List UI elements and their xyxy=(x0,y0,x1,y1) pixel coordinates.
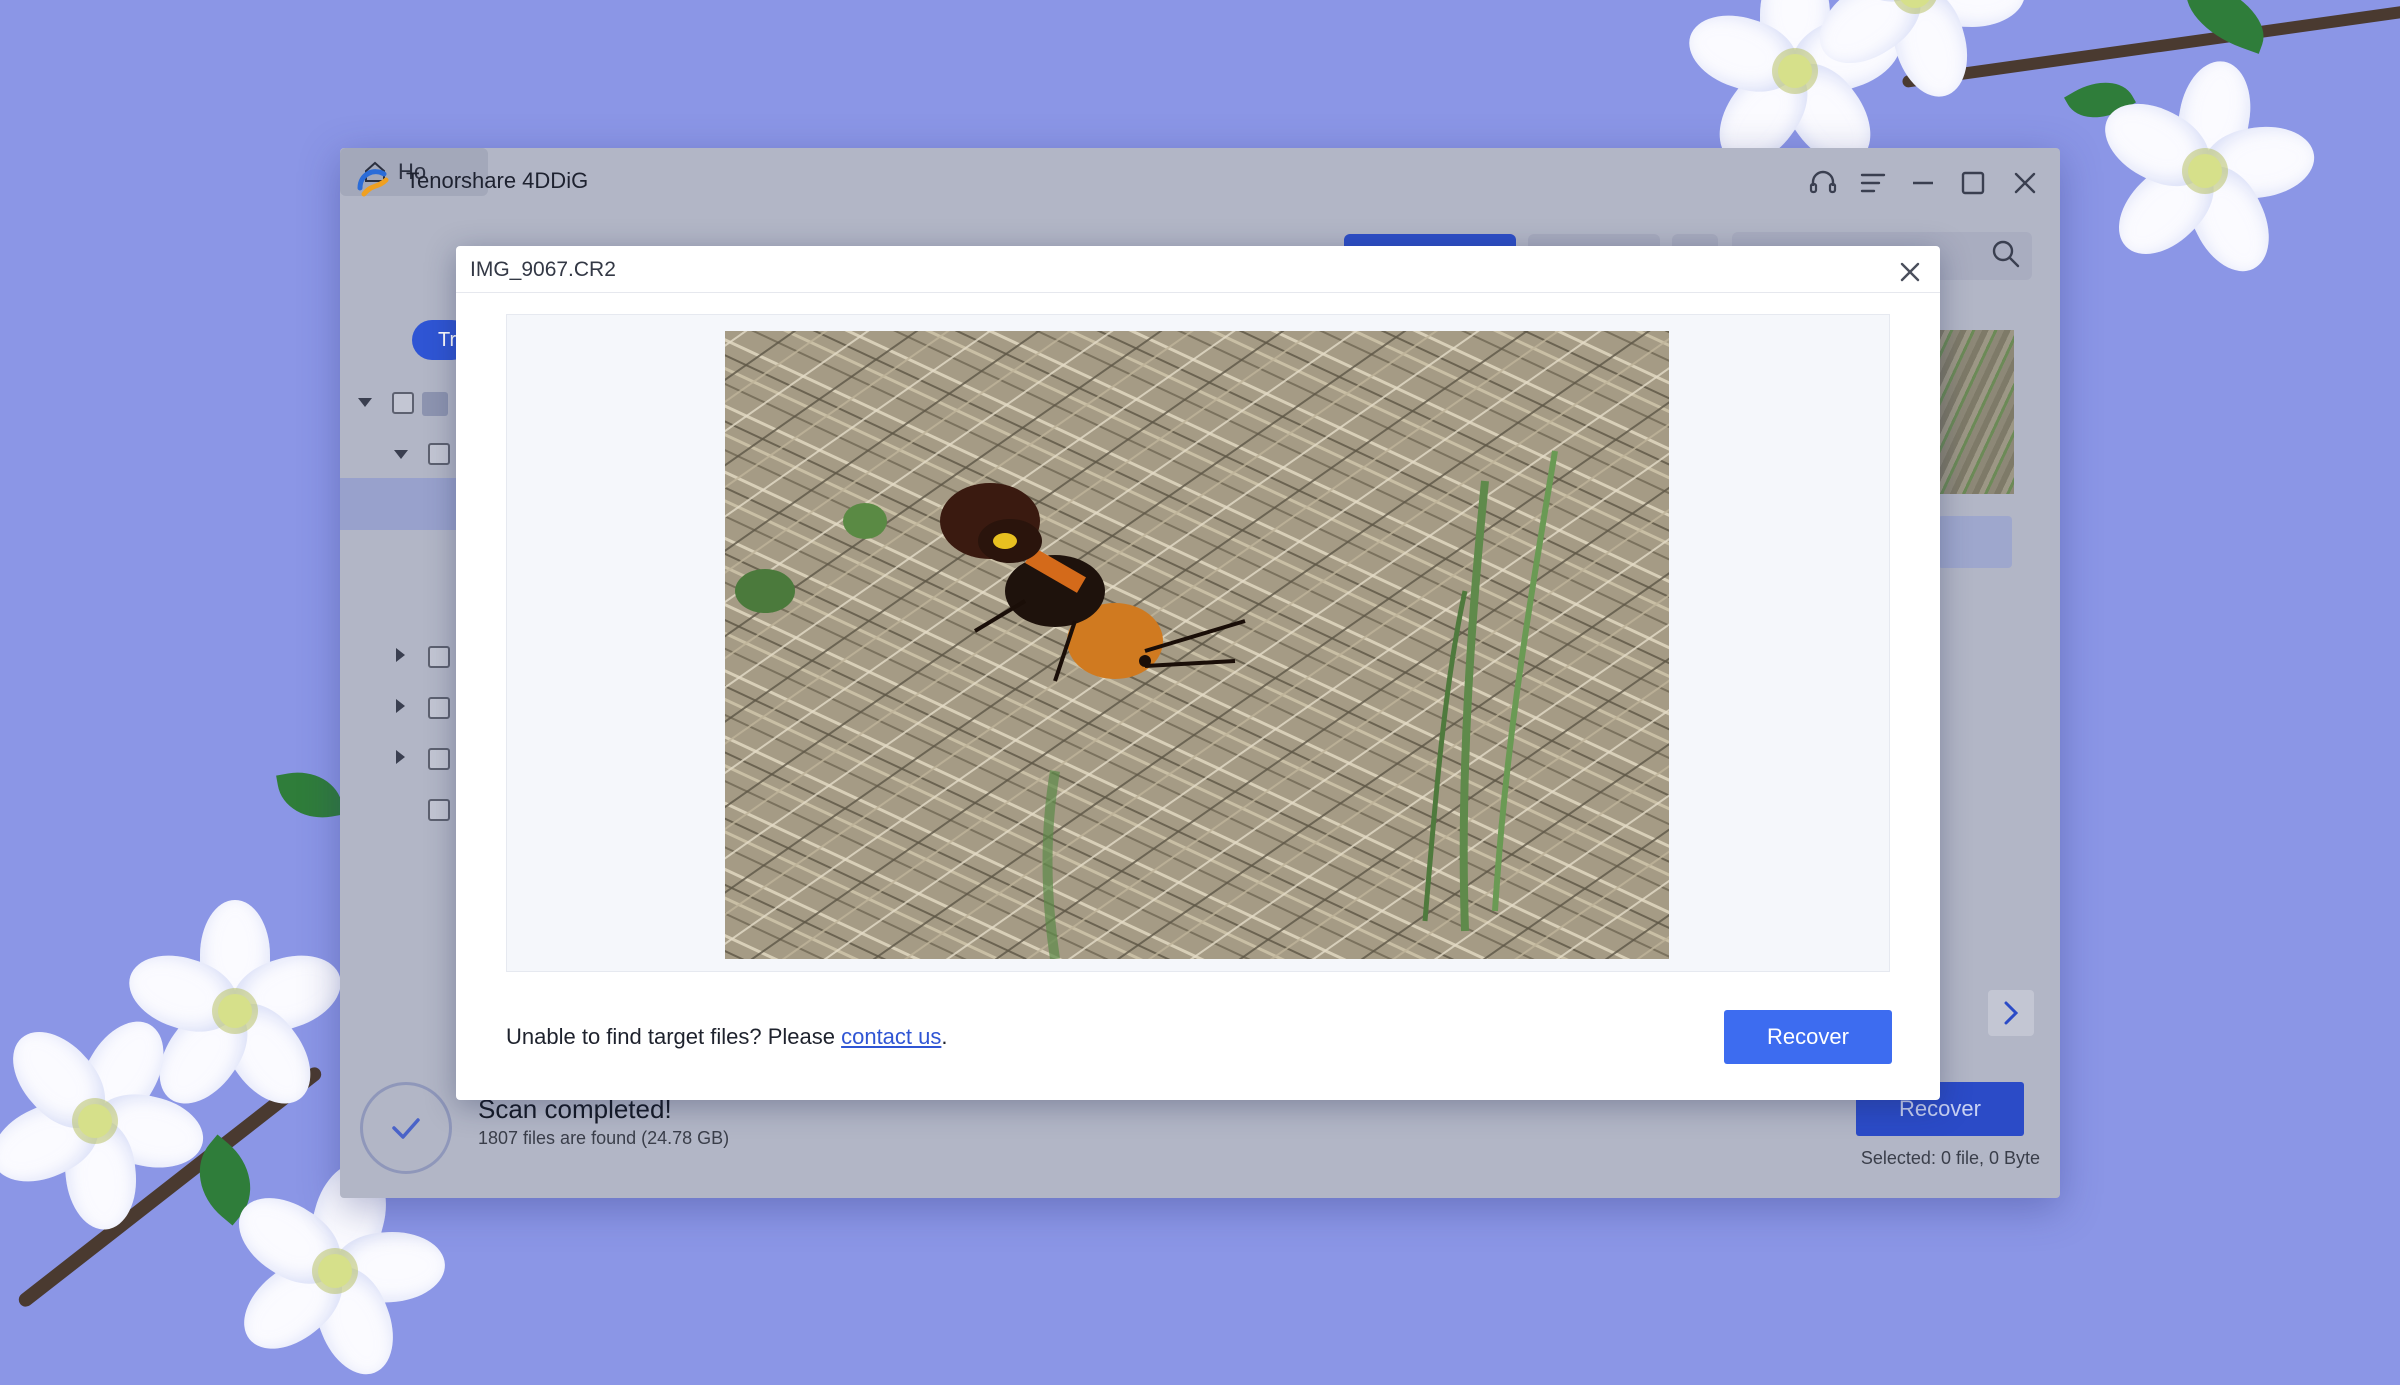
tree-checkbox[interactable] xyxy=(428,748,450,770)
app-logo-icon xyxy=(357,169,389,197)
scan-complete-icon xyxy=(360,1082,452,1174)
menu-icon[interactable] xyxy=(1854,164,1892,202)
close-window-icon[interactable] xyxy=(2006,164,2044,202)
maximize-icon[interactable] xyxy=(1954,164,1992,202)
help-text-prefix: Unable to find target files? Please xyxy=(506,1024,842,1049)
tree-view-label: Tr xyxy=(438,329,457,351)
expand-arrow-icon[interactable] xyxy=(394,450,408,460)
next-page-button[interactable] xyxy=(1988,990,2034,1036)
help-text: Unable to find target files? Please cont… xyxy=(506,1024,948,1050)
collapse-arrow-icon[interactable] xyxy=(396,750,406,764)
file-thumbnail[interactable] xyxy=(1938,330,2014,494)
drive-icon xyxy=(422,392,448,416)
app-title: Tenorshare 4DDiG xyxy=(406,168,589,193)
preview-area xyxy=(506,314,1890,972)
contact-us-link[interactable]: contact us xyxy=(841,1024,941,1049)
expand-arrow-icon[interactable] xyxy=(358,398,372,408)
preview-image xyxy=(725,331,1669,959)
close-icon[interactable] xyxy=(1894,256,1926,288)
tree-row-selected[interactable] xyxy=(340,478,460,530)
tree-checkbox[interactable] xyxy=(428,799,450,821)
tree-checkbox[interactable] xyxy=(428,443,450,465)
chevron-right-icon xyxy=(2004,1001,2019,1025)
tree-checkbox[interactable] xyxy=(428,646,450,668)
collapse-arrow-icon[interactable] xyxy=(396,648,406,662)
tree-checkbox[interactable] xyxy=(392,392,414,414)
tree-checkbox[interactable] xyxy=(428,697,450,719)
minimize-icon[interactable] xyxy=(1904,164,1942,202)
preview-recover-button[interactable]: Recover xyxy=(1724,1010,1892,1064)
thumbnail-action-button[interactable] xyxy=(1938,516,2012,568)
search-icon[interactable] xyxy=(1988,236,2024,272)
support-headset-icon[interactable] xyxy=(1804,164,1842,202)
scan-summary: 1807 files are found (24.78 GB) xyxy=(478,1128,730,1148)
help-text-suffix: . xyxy=(941,1024,948,1049)
title-bar: Tenorshare 4DDiG xyxy=(340,148,2060,218)
preview-dialog: IMG_9067.CR2 Unable to find target files… xyxy=(456,246,1940,1100)
dialog-divider xyxy=(456,292,1940,293)
preview-file-name: IMG_9067.CR2 xyxy=(470,258,616,281)
selected-info: Selected: 0 file, 0 Byte xyxy=(1860,1148,2040,1168)
collapse-arrow-icon[interactable] xyxy=(396,699,406,713)
